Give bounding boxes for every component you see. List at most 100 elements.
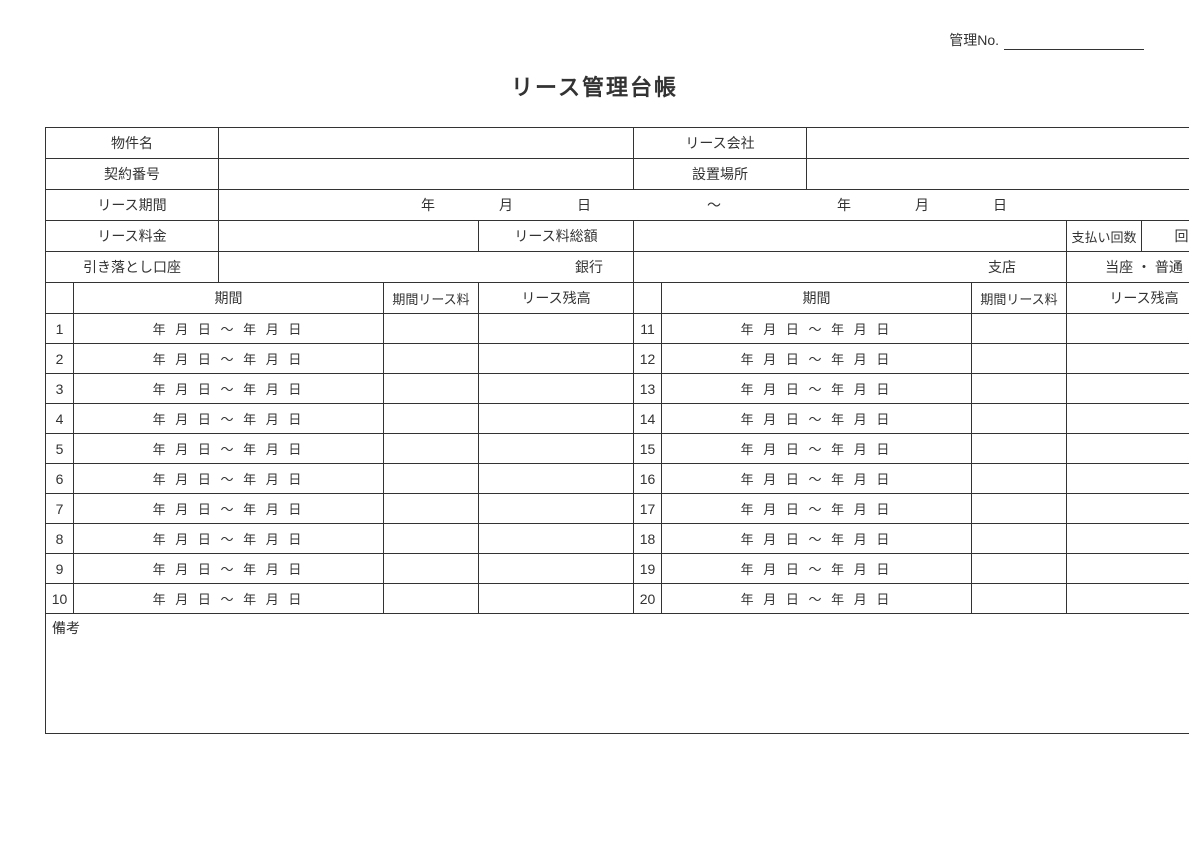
lease-balance-value[interactable]: [1067, 464, 1189, 494]
row-number: 20: [634, 584, 662, 614]
table-row: 7年 月 日 ～ 年 月 日17年 月 日 ～ 年 月 日: [46, 494, 1189, 524]
period-lease-fee-value[interactable]: [972, 554, 1067, 584]
period-lease-fee-value[interactable]: [972, 584, 1067, 614]
lease-balance-value[interactable]: [479, 344, 634, 374]
contract-number-value[interactable]: [219, 159, 634, 190]
row-number: 2: [46, 344, 74, 374]
period-range-value[interactable]: 年 月 日 ～ 年 月 日: [74, 434, 384, 464]
period-range-value[interactable]: 年 月 日 ～ 年 月 日: [662, 494, 972, 524]
table-row: 6年 月 日 ～ 年 月 日16年 月 日 ～ 年 月 日: [46, 464, 1189, 494]
lease-balance-value[interactable]: [479, 584, 634, 614]
period-range-value[interactable]: 年 月 日 ～ 年 月 日: [662, 554, 972, 584]
installation-location-label: 設置場所: [634, 159, 807, 190]
lease-fee-total-value[interactable]: [634, 221, 1067, 252]
period-range-value[interactable]: 年 月 日 ～ 年 月 日: [662, 584, 972, 614]
contract-number-label: 契約番号: [46, 159, 219, 190]
period-range-value[interactable]: 年 月 日 ～ 年 月 日: [662, 434, 972, 464]
lease-balance-value[interactable]: [1067, 584, 1189, 614]
period-lease-fee-value[interactable]: [972, 374, 1067, 404]
lease-balance-value[interactable]: [479, 524, 634, 554]
lease-balance-value[interactable]: [1067, 524, 1189, 554]
row-number: 8: [46, 524, 74, 554]
period-lease-fee-value[interactable]: [384, 554, 479, 584]
lease-balance-value[interactable]: [1067, 374, 1189, 404]
period-lease-fee-value[interactable]: [384, 524, 479, 554]
period-lease-fee-value[interactable]: [384, 584, 479, 614]
period-lease-fee-value[interactable]: [384, 374, 479, 404]
period-range-value[interactable]: 年 月 日 ～ 年 月 日: [74, 464, 384, 494]
row-number: 9: [46, 554, 74, 584]
period-range-value[interactable]: 年 月 日 ～ 年 月 日: [74, 584, 384, 614]
period-lease-fee-value[interactable]: [972, 494, 1067, 524]
period-lease-fee-value[interactable]: [384, 494, 479, 524]
row-number: 4: [46, 404, 74, 434]
period-lease-fee-value[interactable]: [972, 314, 1067, 344]
period-lease-fee-value[interactable]: [972, 464, 1067, 494]
period-lease-fee-value[interactable]: [384, 344, 479, 374]
row-number: 14: [634, 404, 662, 434]
table-row: 10年 月 日 ～ 年 月 日20年 月 日 ～ 年 月 日: [46, 584, 1189, 614]
row-number: 3: [46, 374, 74, 404]
installation-location-value[interactable]: [807, 159, 1189, 190]
row-number: 13: [634, 374, 662, 404]
period-range-value[interactable]: 年 月 日 ～ 年 月 日: [662, 524, 972, 554]
period-header-right: 期間: [662, 283, 972, 314]
period-range-value[interactable]: 年 月 日 ～ 年 月 日: [74, 494, 384, 524]
lease-balance-value[interactable]: [479, 314, 634, 344]
row-number: 5: [46, 434, 74, 464]
management-number-value[interactable]: [1004, 32, 1144, 50]
withdrawal-account-label: 引き落とし口座: [46, 252, 219, 283]
period-range-value[interactable]: 年 月 日 ～ 年 月 日: [662, 314, 972, 344]
lease-balance-value[interactable]: [1067, 554, 1189, 584]
account-type-label[interactable]: 当座 ・ 普通: [1067, 252, 1189, 283]
remarks-cell[interactable]: 備考: [46, 614, 1189, 734]
period-lease-fee-value[interactable]: [972, 524, 1067, 554]
lease-company-value[interactable]: [807, 128, 1189, 159]
period-range-value[interactable]: 年 月 日 ～ 年 月 日: [74, 374, 384, 404]
period-lease-fee-header-left: 期間リース料: [384, 283, 479, 314]
period-lease-fee-value[interactable]: [972, 344, 1067, 374]
property-name-value[interactable]: [219, 128, 634, 159]
row-number: 1: [46, 314, 74, 344]
period-lease-fee-value[interactable]: [384, 434, 479, 464]
lease-balance-value[interactable]: [479, 374, 634, 404]
branch-label[interactable]: 支店: [634, 252, 1067, 283]
period-range-value[interactable]: 年 月 日 ～ 年 月 日: [662, 404, 972, 434]
period-lease-fee-value[interactable]: [384, 464, 479, 494]
row-number-header-left: [46, 283, 74, 314]
lease-fee-value[interactable]: [219, 221, 479, 252]
period-range-value[interactable]: 年 月 日 ～ 年 月 日: [662, 374, 972, 404]
lease-balance-value[interactable]: [479, 404, 634, 434]
lease-balance-value[interactable]: [479, 494, 634, 524]
period-lease-fee-value[interactable]: [972, 404, 1067, 434]
lease-fee-total-label: リース料総額: [479, 221, 634, 252]
document-header: 管理No.: [45, 30, 1144, 50]
lease-period-value[interactable]: 年 月 日 ～ 年 月 日: [219, 190, 1189, 221]
period-lease-fee-value[interactable]: [384, 314, 479, 344]
period-range-value[interactable]: 年 月 日 ～ 年 月 日: [662, 344, 972, 374]
bank-label[interactable]: 銀行: [219, 252, 634, 283]
period-range-value[interactable]: 年 月 日 ～ 年 月 日: [74, 344, 384, 374]
payment-count-value[interactable]: 回: [1142, 221, 1189, 252]
row-number: 15: [634, 434, 662, 464]
lease-balance-value[interactable]: [479, 434, 634, 464]
period-lease-fee-value[interactable]: [972, 434, 1067, 464]
period-range-value[interactable]: 年 月 日 ～ 年 月 日: [74, 404, 384, 434]
lease-balance-value[interactable]: [1067, 314, 1189, 344]
period-range-value[interactable]: 年 月 日 ～ 年 月 日: [74, 524, 384, 554]
row-number: 17: [634, 494, 662, 524]
period-range-value[interactable]: 年 月 日 ～ 年 月 日: [662, 464, 972, 494]
lease-balance-value[interactable]: [1067, 494, 1189, 524]
table-row: 5年 月 日 ～ 年 月 日15年 月 日 ～ 年 月 日: [46, 434, 1189, 464]
row-number: 18: [634, 524, 662, 554]
lease-balance-value[interactable]: [479, 554, 634, 584]
table-row: 8年 月 日 ～ 年 月 日18年 月 日 ～ 年 月 日: [46, 524, 1189, 554]
lease-balance-value[interactable]: [479, 464, 634, 494]
period-range-value[interactable]: 年 月 日 ～ 年 月 日: [74, 554, 384, 584]
row-number-header-right: [634, 283, 662, 314]
lease-balance-value[interactable]: [1067, 404, 1189, 434]
period-lease-fee-value[interactable]: [384, 404, 479, 434]
period-range-value[interactable]: 年 月 日 ～ 年 月 日: [74, 314, 384, 344]
lease-balance-value[interactable]: [1067, 434, 1189, 464]
lease-balance-value[interactable]: [1067, 344, 1189, 374]
